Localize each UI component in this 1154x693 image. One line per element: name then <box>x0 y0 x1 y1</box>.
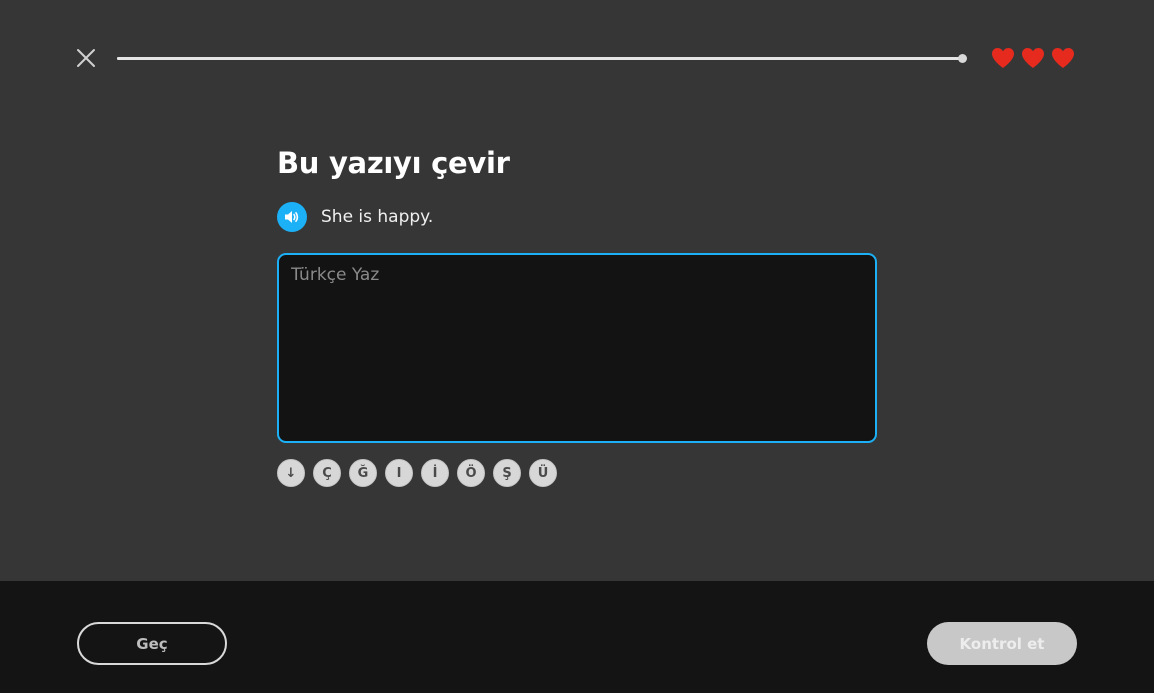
char-key[interactable]: Ü <box>529 459 557 487</box>
challenge-title: Bu yazıyı çevir <box>277 146 510 180</box>
char-key[interactable]: ↓ <box>277 459 305 487</box>
heart-icon <box>990 46 1016 70</box>
hearts-counter <box>990 46 1076 70</box>
char-key[interactable]: İ <box>421 459 449 487</box>
char-key[interactable]: Ö <box>457 459 485 487</box>
lesson-screen: Bu yazıyı çevir She is happy. ↓ ÇĞIİÖŞÜ G… <box>0 0 1154 693</box>
progress-end-dot <box>958 54 967 63</box>
challenge-area: Bu yazıyı çevir She is happy. ↓ ÇĞIİÖŞÜ <box>277 140 877 487</box>
prompt-sentence: She is happy. <box>321 207 434 227</box>
play-audio-button[interactable] <box>277 202 307 232</box>
answer-box <box>277 253 877 443</box>
check-button[interactable]: Kontrol et <box>927 622 1077 665</box>
special-characters: ↓ Ç Ğ I İ Ö Ş Ü <box>277 459 877 487</box>
footer: Geç Kontrol et <box>0 581 1154 693</box>
close-button[interactable] <box>73 45 99 71</box>
progress-bar <box>117 57 963 60</box>
progress-fill <box>117 57 963 60</box>
char-key[interactable]: Ç <box>313 459 341 487</box>
char-key[interactable]: Ş <box>493 459 521 487</box>
heart-icon <box>1050 46 1076 70</box>
heart-icon <box>1020 46 1046 70</box>
prompt-row: She is happy. <box>277 202 877 232</box>
char-key[interactable]: I <box>385 459 413 487</box>
answer-input[interactable] <box>291 265 863 431</box>
char-key[interactable]: Ğ <box>349 459 377 487</box>
close-icon <box>77 49 95 67</box>
speaker-icon <box>285 211 299 223</box>
skip-button[interactable]: Geç <box>77 622 227 665</box>
